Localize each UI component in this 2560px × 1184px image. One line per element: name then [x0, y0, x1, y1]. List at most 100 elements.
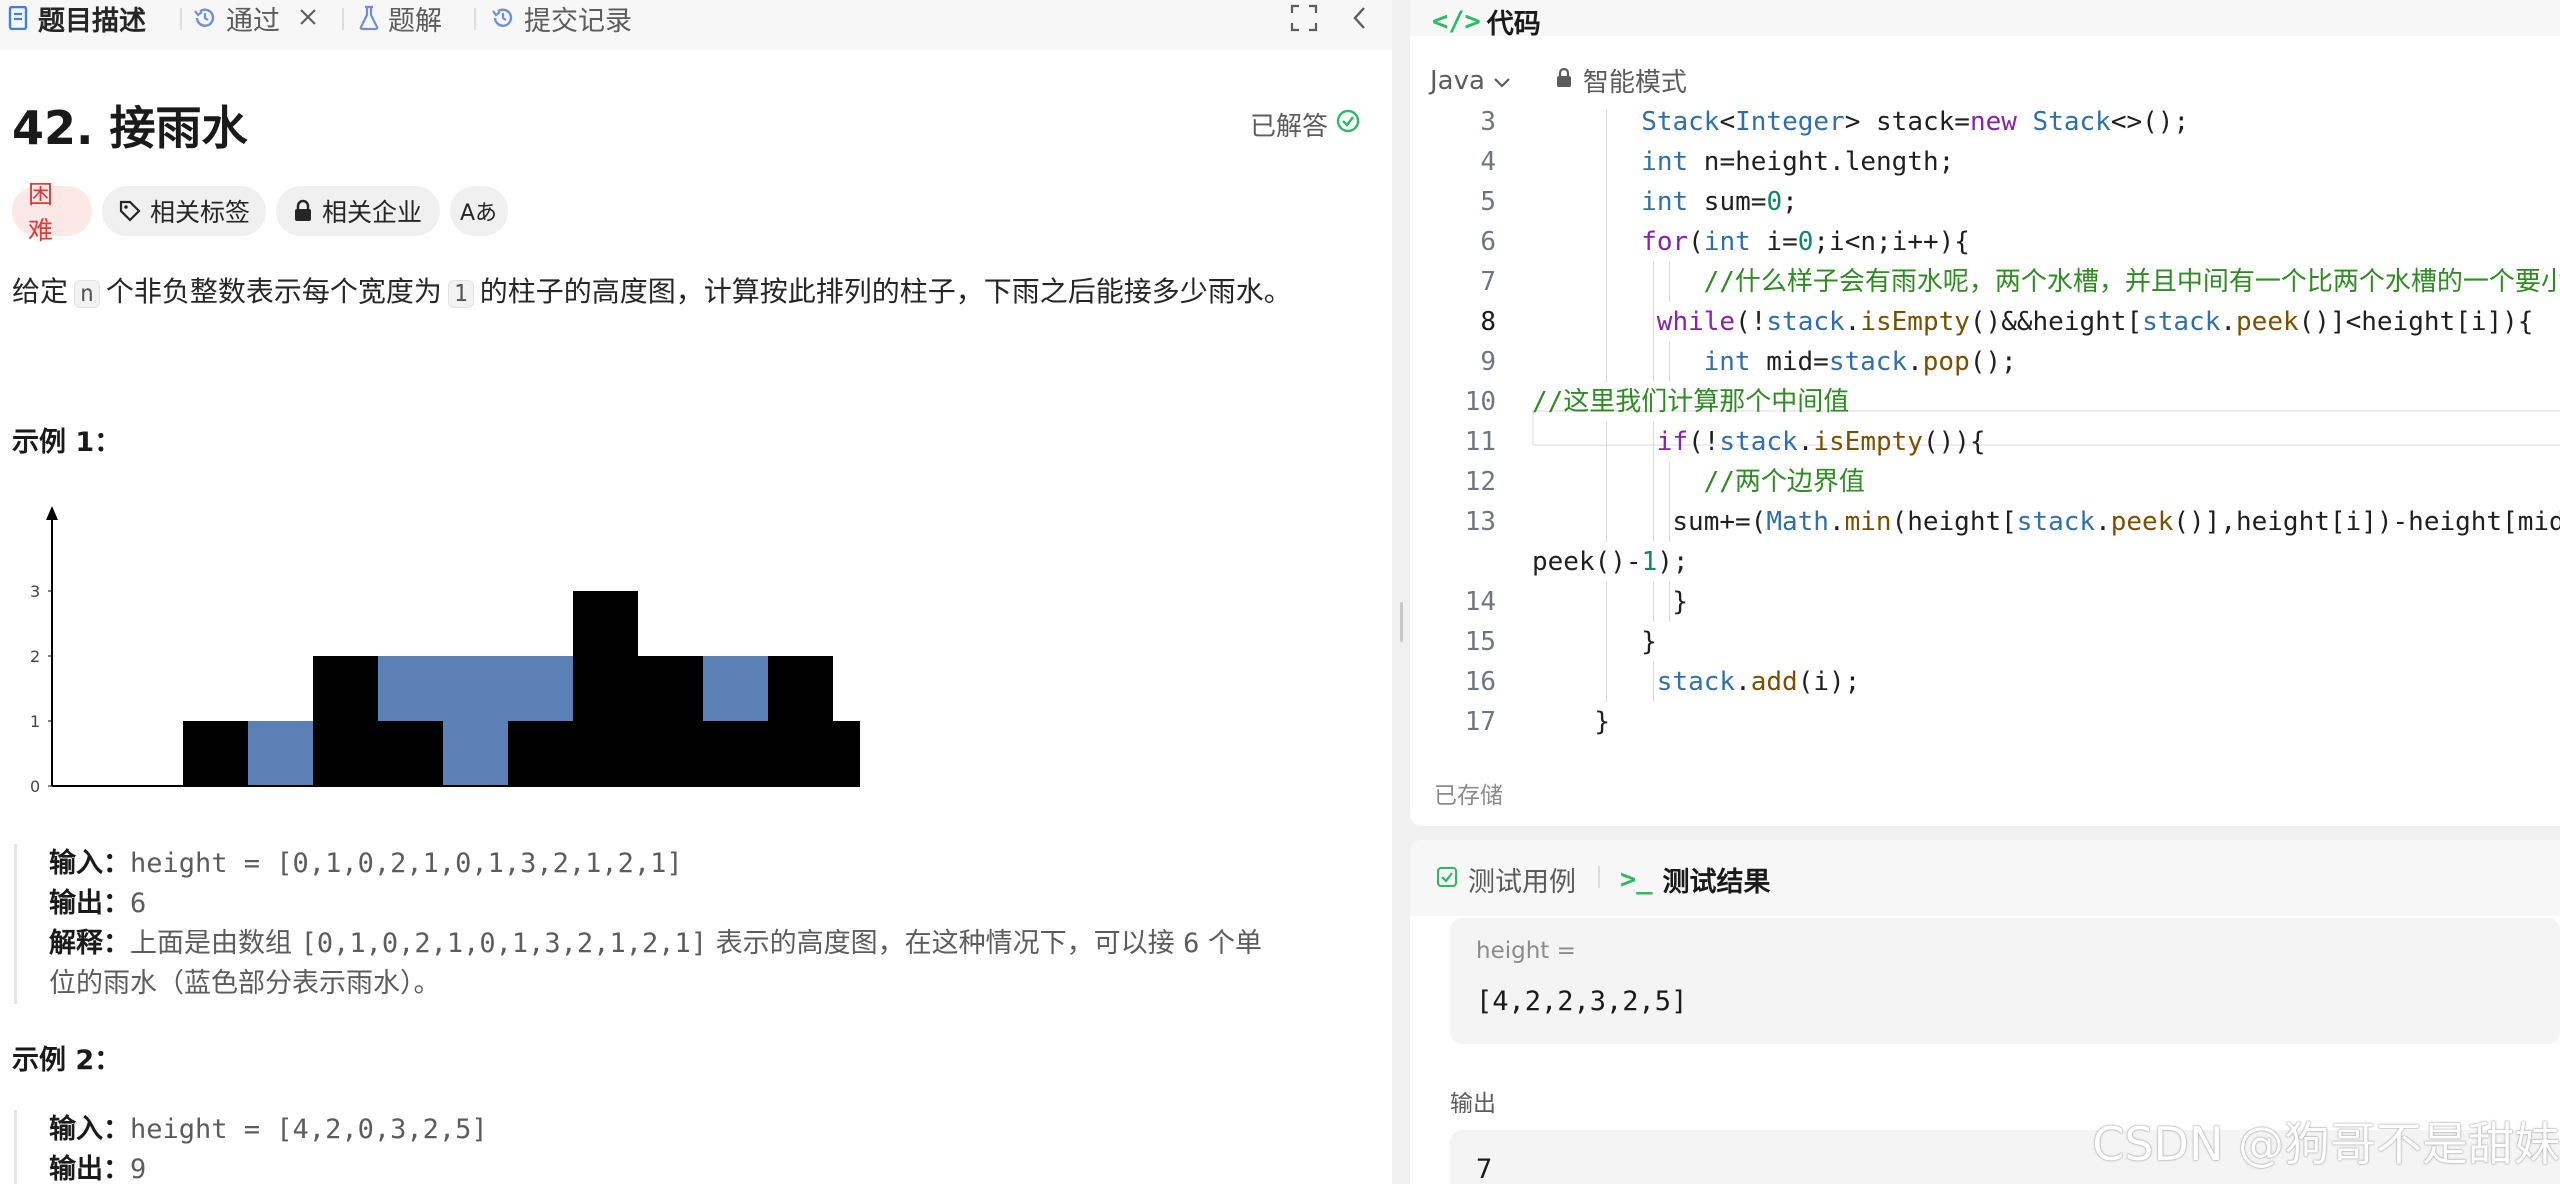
output-label: 输出：	[49, 1154, 130, 1184]
problem-title: 42. 接雨水	[12, 101, 248, 155]
test-header: 测试用例 >_ 测试结果	[1410, 840, 2560, 916]
code-token: peek	[2110, 507, 2174, 537]
fullscreen-icon[interactable]	[1290, 4, 1318, 36]
code-line[interactable]: 14}	[1410, 582, 2560, 622]
code-token: stack	[1656, 667, 1736, 697]
tab-divider	[1598, 866, 1600, 888]
code-line[interactable]: 17}	[1410, 702, 2560, 740]
code-token: ()]<height[i]){	[2298, 307, 2534, 337]
explain-text: 位的雨水（蓝色部分表示雨水）。	[49, 968, 441, 999]
tab-solutions-label: 题解	[388, 5, 442, 37]
output-label: 输出：	[49, 888, 130, 919]
code-panel: </> 代码 Java 智能模式 3 Stack<Integer> stack=n…	[1410, 0, 2560, 826]
code-text: stack.add(i);	[1657, 662, 1861, 702]
tab-divider	[180, 8, 182, 30]
indent-guide	[1606, 342, 1608, 382]
code-token: int	[1703, 227, 1751, 257]
code-line[interactable]: 3 Stack<Integer> stack=new Stack<>();	[1410, 110, 2560, 142]
explain-text: 表示的高度图，在这种情况下，可以接	[715, 928, 1175, 959]
code-line[interactable]: 16 stack.add(i);	[1410, 662, 2560, 702]
explain-text: 个单	[1208, 928, 1263, 959]
elevation-bar	[313, 656, 378, 786]
translate-button[interactable]: Aあ	[450, 186, 508, 236]
problem-description: 给定 n 个非负整数表示每个宽度为 1 的柱子的高度图，计算按此排列的柱子，下雨之后能接…	[12, 270, 1292, 310]
panel-resizer[interactable]	[1392, 0, 1410, 1184]
code-token: }	[1672, 587, 1689, 617]
related-companies-button[interactable]: 相关企业	[276, 186, 440, 236]
code-token: if	[1656, 427, 1689, 457]
tab-description[interactable]: 题目描述	[8, 0, 146, 37]
code-line[interactable]: 4 int n=height.length;	[1410, 142, 2560, 182]
code-token: int	[1703, 347, 1751, 377]
line-number: 12	[1464, 467, 1496, 497]
tab-solutions[interactable]: 题解	[358, 0, 442, 37]
code-line[interactable]: 13 sum+=(Math.min(height[stack.peek()],he…	[1410, 502, 2560, 542]
code-token: new	[1969, 110, 2017, 137]
code-token: mid=	[1750, 347, 1829, 377]
explain-array: [0,1,0,2,1,0,1,3,2,1,2,1]	[300, 928, 707, 959]
line-number: 17	[1464, 707, 1496, 737]
code-line[interactable]: 10 //这里我们计算那个中间值	[1410, 382, 2560, 422]
smart-mode-label[interactable]: 智能模式	[1583, 62, 1687, 99]
related-tags-button[interactable]: 相关标签	[102, 186, 266, 236]
code-tab[interactable]: </> 代码	[1432, 2, 1541, 41]
chevron-down-icon	[1493, 66, 1511, 96]
language-select[interactable]: Java	[1430, 66, 1511, 96]
inline-code: n	[74, 280, 100, 308]
code-token: pop	[1922, 347, 1970, 377]
code-token: stack	[1719, 427, 1798, 457]
code-line[interactable]: peek()-1);	[1410, 542, 2560, 582]
indent-guide	[1606, 502, 1608, 542]
tab-test-results[interactable]: >_ 测试结果	[1620, 860, 1771, 899]
tab-accepted[interactable]: 通过	[192, 0, 318, 37]
problem-tabs: 题目描述 通过 题解 提交记录	[0, 0, 1392, 50]
water-bar	[248, 721, 313, 786]
description-text: 的柱子的高度图，计算按此排列的柱子，下雨之后能接多少雨水。	[479, 275, 1292, 308]
collapse-panel-icon[interactable]	[1350, 4, 1370, 36]
code-token: isEmpty	[1813, 427, 1923, 457]
difficulty-badge[interactable]: 困难	[12, 180, 92, 245]
code-token: Integer	[1735, 110, 1845, 137]
line-number: 5	[1480, 187, 1496, 217]
water-bar	[703, 656, 768, 721]
translate-icon: Aあ	[460, 201, 498, 226]
indent-guide	[1606, 142, 1608, 182]
code-editor[interactable]: 3 Stack<Integer> stack=new Stack<>(); 4 int…	[1410, 110, 2560, 740]
indent-guide	[1668, 342, 1670, 382]
indent-guide	[1653, 582, 1655, 622]
code-line[interactable]: 6 for(int i=0;i<n;i++){	[1410, 222, 2560, 262]
example-2-output: 输出：9	[49, 1150, 488, 1184]
input-value: [4,2,2,3,2,5]	[1476, 986, 1688, 1017]
indent-guide	[1606, 262, 1608, 302]
indent-guide	[1653, 302, 1655, 342]
code-line[interactable]: 7 //什么样子会有雨水呢，两个水槽，并且中间有一个比两个水槽的一个要小	[1410, 262, 2560, 302]
code-line[interactable]: 11 if(!stack.isEmpty()){	[1410, 422, 2560, 462]
y-tick-label: 0	[30, 777, 40, 796]
example-1-input: 输入：height = [0,1,0,2,1,0,1,3,2,1,2,1]	[49, 844, 1262, 884]
resize-handle[interactable]	[1400, 602, 1403, 642]
tab-test-cases[interactable]: 测试用例	[1436, 860, 1576, 899]
line-number: 7	[1480, 267, 1496, 297]
indent-guide	[1668, 462, 1670, 502]
tab-divider	[474, 8, 476, 30]
code-token: .	[2220, 307, 2237, 337]
elevation-bar	[768, 656, 833, 786]
code-token: for	[1641, 227, 1689, 257]
line-number: 10	[1464, 387, 1496, 417]
code-text: }	[1641, 622, 1657, 662]
code-line[interactable]: 8 while(!stack.isEmpty()&&height[stack.pe…	[1410, 302, 2560, 342]
code-token: ;	[1782, 187, 1798, 217]
indent-guide	[1606, 662, 1608, 702]
code-line[interactable]: 12 //两个边界值	[1410, 462, 2560, 502]
code-line[interactable]: 5 int sum=0;	[1410, 182, 2560, 222]
close-icon[interactable]	[298, 3, 318, 34]
code-line[interactable]: 9 int mid=stack.pop();	[1410, 342, 2560, 382]
code-token: <>();	[2110, 110, 2190, 137]
code-icon: </>	[1432, 6, 1481, 37]
input-value: height = [0,1,0,2,1,0,1,3,2,1,2,1]	[130, 848, 683, 879]
example-1-title: 示例 1：	[12, 427, 122, 458]
tab-submissions[interactable]: 提交记录	[490, 0, 632, 37]
code-text: //这里我们计算那个中间值	[1532, 382, 1849, 422]
tab-test-cases-label: 测试用例	[1468, 867, 1576, 898]
code-line[interactable]: 15}	[1410, 622, 2560, 662]
